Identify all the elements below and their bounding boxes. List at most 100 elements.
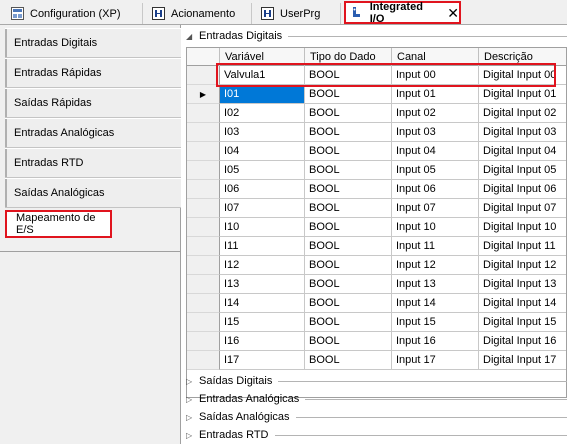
cell-descricao[interactable]: Digital Input 05 [479,161,566,180]
row-header[interactable]: ▶ [187,85,220,104]
row-header[interactable] [187,237,220,256]
cell-descricao[interactable]: Digital Input 11 [479,237,566,256]
cell-descricao[interactable]: Digital Input 17 [479,351,566,370]
collapse-arrow-icon[interactable]: ◢ [186,32,196,41]
row-header[interactable] [187,218,220,237]
expand-arrow-icon[interactable]: ▷ [186,413,196,422]
sidebar-item-saidas-rapidas[interactable]: Saídas Rápidas [5,88,181,118]
cell-canal[interactable]: Input 05 [392,161,479,180]
column-header-descricao[interactable]: Descrição [479,48,566,66]
cell-descricao[interactable]: Digital Input 06 [479,180,566,199]
cell-variavel[interactable]: I01 [220,85,305,104]
cell-canal[interactable]: Input 15 [392,313,479,332]
cell-variavel[interactable]: I11 [220,237,305,256]
cell-tipo-do-dado[interactable]: BOOL [305,313,392,332]
cell-descricao[interactable]: Digital Input 14 [479,294,566,313]
tab-userprg[interactable]: UserPrg [256,3,341,24]
cell-tipo-do-dado[interactable]: BOOL [305,275,392,294]
cell-canal[interactable]: Input 03 [392,123,479,142]
expand-arrow-icon[interactable]: ▷ [186,395,196,404]
cell-variavel[interactable]: I07 [220,199,305,218]
row-header[interactable] [187,161,220,180]
column-header-variavel[interactable]: Variável [220,48,305,66]
cell-descricao[interactable]: Digital Input 07 [479,199,566,218]
cell-canal[interactable]: Input 04 [392,142,479,161]
table-row[interactable]: Valvula1 BOOL Input 00 Digital Input 00 [187,66,566,85]
cell-variavel[interactable]: I06 [220,180,305,199]
table-row[interactable]: I13 BOOL Input 13 Digital Input 13 [187,275,566,294]
sidebar-item-entradas-digitais[interactable]: Entradas Digitais [5,28,181,58]
cell-descricao[interactable]: Digital Input 16 [479,332,566,351]
row-header[interactable] [187,66,220,85]
row-header[interactable] [187,180,220,199]
cell-descricao[interactable]: Digital Input 12 [479,256,566,275]
close-icon[interactable]: ✕ [447,6,459,20]
cell-variavel[interactable]: I16 [220,332,305,351]
cell-tipo-do-dado[interactable]: BOOL [305,123,392,142]
group-saidas-digitais[interactable]: ▷ Saídas Digitais [186,372,567,390]
expand-arrow-icon[interactable]: ▷ [186,431,196,440]
cell-canal[interactable]: Input 10 [392,218,479,237]
table-row[interactable]: I06 BOOL Input 06 Digital Input 06 [187,180,566,199]
cell-variavel[interactable]: I15 [220,313,305,332]
tab-acionamento[interactable]: Acionamento [147,3,252,24]
cell-variavel[interactable]: I13 [220,275,305,294]
sidebar-item-entradas-analogicas[interactable]: Entradas Analógicas [5,118,181,148]
group-entradas-rtd[interactable]: ▷ Entradas RTD [186,426,567,444]
cell-tipo-do-dado[interactable]: BOOL [305,142,392,161]
cell-canal[interactable]: Input 07 [392,199,479,218]
group-saidas-analogicas[interactable]: ▷ Saídas Analógicas [186,408,567,426]
table-row[interactable]: I15 BOOL Input 15 Digital Input 15 [187,313,566,332]
sidebar-item-entradas-rapidas[interactable]: Entradas Rápidas [5,58,181,88]
cell-canal[interactable]: Input 11 [392,237,479,256]
cell-tipo-do-dado[interactable]: BOOL [305,332,392,351]
cell-variavel[interactable]: I04 [220,142,305,161]
cell-variavel[interactable]: I05 [220,161,305,180]
cell-descricao[interactable]: Digital Input 10 [479,218,566,237]
table-row[interactable]: I17 BOOL Input 17 Digital Input 17 [187,351,566,370]
sidebar-item-entradas-rtd[interactable]: Entradas RTD [5,148,181,178]
sidebar-item-saidas-analogicas[interactable]: Saídas Analógicas [5,178,181,208]
table-row[interactable]: ▶ I01 BOOL Input 01 Digital Input 01 [187,85,566,104]
table-row[interactable]: I02 BOOL Input 02 Digital Input 02 [187,104,566,123]
row-header[interactable] [187,275,220,294]
cell-variavel[interactable]: I10 [220,218,305,237]
cell-tipo-do-dado[interactable]: BOOL [305,237,392,256]
table-row[interactable]: I11 BOOL Input 11 Digital Input 11 [187,237,566,256]
cell-canal[interactable]: Input 00 [392,66,479,85]
table-row[interactable]: I10 BOOL Input 10 Digital Input 10 [187,218,566,237]
cell-canal[interactable]: Input 16 [392,332,479,351]
row-header[interactable] [187,123,220,142]
row-header[interactable] [187,199,220,218]
row-header[interactable] [187,294,220,313]
row-header[interactable] [187,142,220,161]
cell-tipo-do-dado[interactable]: BOOL [305,256,392,275]
row-header[interactable] [187,104,220,123]
cell-tipo-do-dado[interactable]: BOOL [305,104,392,123]
group-entradas-digitais[interactable]: ◢ Entradas Digitais [186,27,567,45]
cell-canal[interactable]: Input 02 [392,104,479,123]
cell-descricao[interactable]: Digital Input 02 [479,104,566,123]
cell-descricao[interactable]: Digital Input 13 [479,275,566,294]
tab-integrated-io[interactable]: Integrated I/O ✕ [344,1,461,25]
cell-variavel[interactable]: I14 [220,294,305,313]
column-header-tipo-do-dado[interactable]: Tipo do Dado [305,48,392,66]
group-entradas-analogicas[interactable]: ▷ Entradas Analógicas [186,390,567,408]
cell-canal[interactable]: Input 06 [392,180,479,199]
row-header[interactable] [187,351,220,370]
cell-canal[interactable]: Input 12 [392,256,479,275]
table-row[interactable]: I14 BOOL Input 14 Digital Input 14 [187,294,566,313]
sidebar-item-mapeamento-es[interactable]: Mapeamento de E/S [5,210,112,238]
cell-tipo-do-dado[interactable]: BOOL [305,66,392,85]
cell-descricao[interactable]: Digital Input 15 [479,313,566,332]
cell-tipo-do-dado[interactable]: BOOL [305,180,392,199]
table-row[interactable]: I03 BOOL Input 03 Digital Input 03 [187,123,566,142]
cell-descricao[interactable]: Digital Input 03 [479,123,566,142]
cell-variavel[interactable]: I17 [220,351,305,370]
cell-canal[interactable]: Input 17 [392,351,479,370]
cell-descricao[interactable]: Digital Input 00 [479,66,566,85]
table-row[interactable]: I12 BOOL Input 12 Digital Input 12 [187,256,566,275]
cell-tipo-do-dado[interactable]: BOOL [305,85,392,104]
cell-variavel[interactable]: I03 [220,123,305,142]
tab-configuration-xp[interactable]: Configuration (XP) [6,3,143,24]
